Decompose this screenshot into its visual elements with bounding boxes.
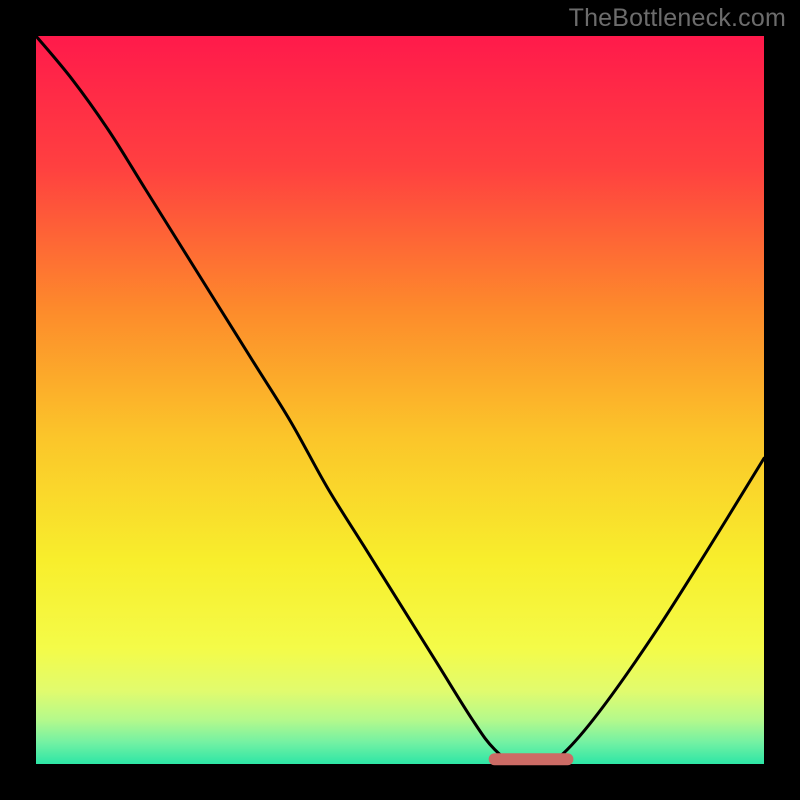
chart-canvas [0, 0, 800, 800]
bottleneck-chart: TheBottleneck.com [0, 0, 800, 800]
chart-plot-area [36, 36, 764, 764]
